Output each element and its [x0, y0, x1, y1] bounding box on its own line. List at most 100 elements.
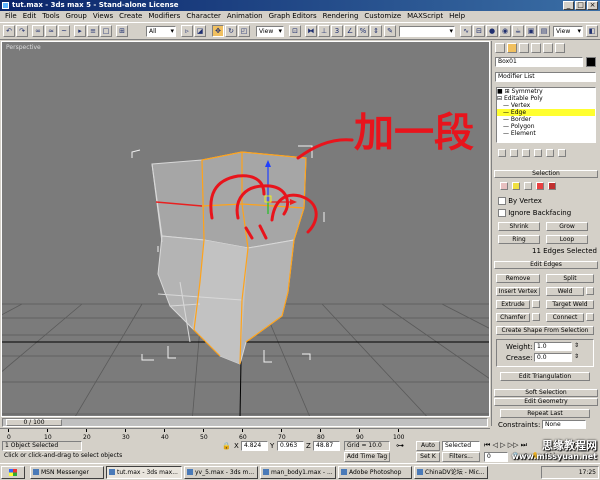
object-name-field[interactable]: Box01: [495, 57, 583, 67]
stack-item-edge[interactable]: — Edge: [497, 109, 595, 116]
move-icon[interactable]: ✥: [212, 25, 224, 37]
task-photoshop[interactable]: Adobe Photoshop: [338, 466, 412, 479]
menu-group[interactable]: Group: [63, 11, 90, 22]
vertex-mode-icon[interactable]: [500, 182, 508, 190]
hierarchy-tab-icon[interactable]: [519, 43, 529, 53]
align-icon[interactable]: ⊥: [318, 25, 330, 37]
y-coordinate[interactable]: 0.963: [277, 441, 304, 451]
maximize-button[interactable]: □: [575, 1, 586, 10]
task-man-body[interactable]: man_body1.max - ...: [260, 466, 336, 479]
extrude-button[interactable]: Extrude: [496, 300, 530, 309]
weight-field[interactable]: 1.0: [534, 342, 572, 351]
z-coordinate[interactable]: 48.87: [313, 441, 340, 451]
auto-key-button[interactable]: Auto: [416, 441, 440, 451]
named-selection-icon[interactable]: ✎: [384, 25, 396, 37]
bind-space-warp-icon[interactable]: ~: [58, 25, 70, 37]
pin-stack-icon[interactable]: [498, 149, 506, 157]
quick-render-icon[interactable]: ☕: [512, 25, 524, 37]
chamfer-button[interactable]: Chamfer: [496, 313, 530, 322]
task-msn[interactable]: MSN Messenger: [30, 466, 104, 479]
stack-item-editable-poly[interactable]: ⊟ Editable Poly: [497, 95, 595, 102]
ring-button[interactable]: Ring: [498, 235, 540, 244]
menu-tools[interactable]: Tools: [39, 11, 62, 22]
shrink-button[interactable]: Shrink: [498, 222, 540, 231]
create-tab-icon[interactable]: [495, 43, 505, 53]
stack-item-symmetry[interactable]: ■ ⊞ Symmetry: [497, 88, 595, 95]
rotate-icon[interactable]: ↻: [225, 25, 237, 37]
active-shade-icon[interactable]: ◧: [586, 25, 598, 37]
time-slider-thumb[interactable]: 0 / 100: [6, 419, 62, 426]
menu-help[interactable]: Help: [446, 11, 468, 22]
menu-maxscript[interactable]: MAXScript: [404, 11, 446, 22]
modify-tab-icon[interactable]: [507, 43, 517, 53]
pivot-icon[interactable]: ⊡: [289, 25, 301, 37]
menu-rendering[interactable]: Rendering: [320, 11, 362, 22]
by-vertex-checkbox[interactable]: By Vertex: [498, 197, 542, 205]
show-end-result-icon[interactable]: [510, 149, 518, 157]
insert-vertex-button[interactable]: Insert Vertex: [496, 287, 540, 296]
key-mode-dropdown[interactable]: Selected: [442, 441, 480, 451]
redo-icon[interactable]: ↷: [16, 25, 28, 37]
modifier-stack[interactable]: ■ ⊞ Symmetry ⊟ Editable Poly — Vertex — …: [496, 87, 596, 143]
edit-geometry-rollout-header[interactable]: Edit Geometry: [494, 398, 598, 406]
edge-mode-icon[interactable]: [512, 182, 520, 190]
weld-button[interactable]: Weld: [546, 287, 584, 296]
connect-settings-icon[interactable]: [586, 313, 594, 321]
x-coordinate[interactable]: 4.824: [241, 441, 268, 451]
material-editor-icon[interactable]: ●: [486, 25, 498, 37]
menu-character[interactable]: Character: [183, 11, 224, 22]
named-selection-dropdown[interactable]: [399, 26, 455, 37]
weight-spinner-icon[interactable]: ⇕: [574, 342, 579, 349]
current-frame-field[interactable]: 0: [484, 452, 508, 462]
select-and-manipulate-icon[interactable]: ◪: [194, 25, 206, 37]
mirror-icon[interactable]: ⧓: [305, 25, 317, 37]
percent-snap-icon[interactable]: %: [357, 25, 369, 37]
utilities-tab-icon[interactable]: [555, 43, 565, 53]
undo-icon[interactable]: ↶: [3, 25, 15, 37]
render-view-dropdown[interactable]: View: [553, 26, 583, 37]
edit-edges-rollout-header[interactable]: Edit Edges: [494, 261, 598, 269]
render-scene-icon[interactable]: ◉: [499, 25, 511, 37]
curve-editor-icon[interactable]: ∿: [460, 25, 472, 37]
remove-modifier-icon[interactable]: [534, 149, 542, 157]
make-unique-icon[interactable]: [522, 149, 530, 157]
set-key-button[interactable]: Set K: [416, 452, 440, 462]
crease-spinner-icon[interactable]: ⇕: [574, 353, 579, 360]
stack-item-element[interactable]: — Element: [497, 130, 595, 137]
edit-triangulation-button[interactable]: Edit Triangulation: [500, 372, 590, 381]
object-color-swatch[interactable]: [586, 57, 596, 67]
collapse-icon[interactable]: [558, 149, 566, 157]
soft-selection-rollout-header[interactable]: Soft Selection: [494, 389, 598, 397]
display-tab-icon[interactable]: [543, 43, 553, 53]
ignore-backfacing-checkbox[interactable]: Ignore Backfacing: [498, 209, 571, 217]
key-icon[interactable]: ⊶: [396, 441, 404, 450]
reference-coord-dropdown[interactable]: View: [256, 26, 284, 37]
select-icon[interactable]: ▹: [181, 25, 193, 37]
selection-filter-dropdown[interactable]: All: [146, 26, 176, 37]
polygon-mode-icon[interactable]: [536, 182, 544, 190]
task-chinadv[interactable]: ChinaDV论坛 - Mic...: [414, 466, 488, 479]
snap-3d-icon[interactable]: 3: [331, 25, 343, 37]
motion-tab-icon[interactable]: [531, 43, 541, 53]
create-shape-button[interactable]: Create Shape From Selection: [496, 326, 594, 335]
crossing-select-icon[interactable]: ⊞: [116, 25, 128, 37]
chamfer-settings-icon[interactable]: [532, 313, 540, 321]
modifier-list-dropdown[interactable]: Modifier List: [495, 72, 596, 82]
target-weld-button[interactable]: Target Weld: [546, 300, 594, 309]
perspective-viewport[interactable]: Perspective 加一段: [1, 41, 490, 417]
split-button[interactable]: Split: [546, 274, 594, 283]
element-mode-icon[interactable]: [548, 182, 556, 190]
repeat-last-button[interactable]: Repeat Last: [500, 409, 590, 418]
menu-create[interactable]: Create: [116, 11, 145, 22]
menu-customize[interactable]: Customize: [361, 11, 404, 22]
stack-item-polygon[interactable]: — Polygon: [497, 123, 595, 130]
time-slider[interactable]: 0 / 100: [2, 418, 488, 427]
task-yv5-max[interactable]: yv_5.max - 3ds m...: [184, 466, 258, 479]
constraints-dropdown[interactable]: None: [542, 420, 586, 429]
angle-snap-icon[interactable]: ∠: [344, 25, 356, 37]
remove-button[interactable]: Remove: [496, 274, 540, 283]
lock-icon[interactable]: 🔒: [222, 442, 231, 450]
task-tut-max[interactable]: tut.max - 3ds max...: [106, 466, 182, 479]
select-by-name-icon[interactable]: ≡: [87, 25, 99, 37]
menu-graph-editors[interactable]: Graph Editors: [266, 11, 320, 22]
